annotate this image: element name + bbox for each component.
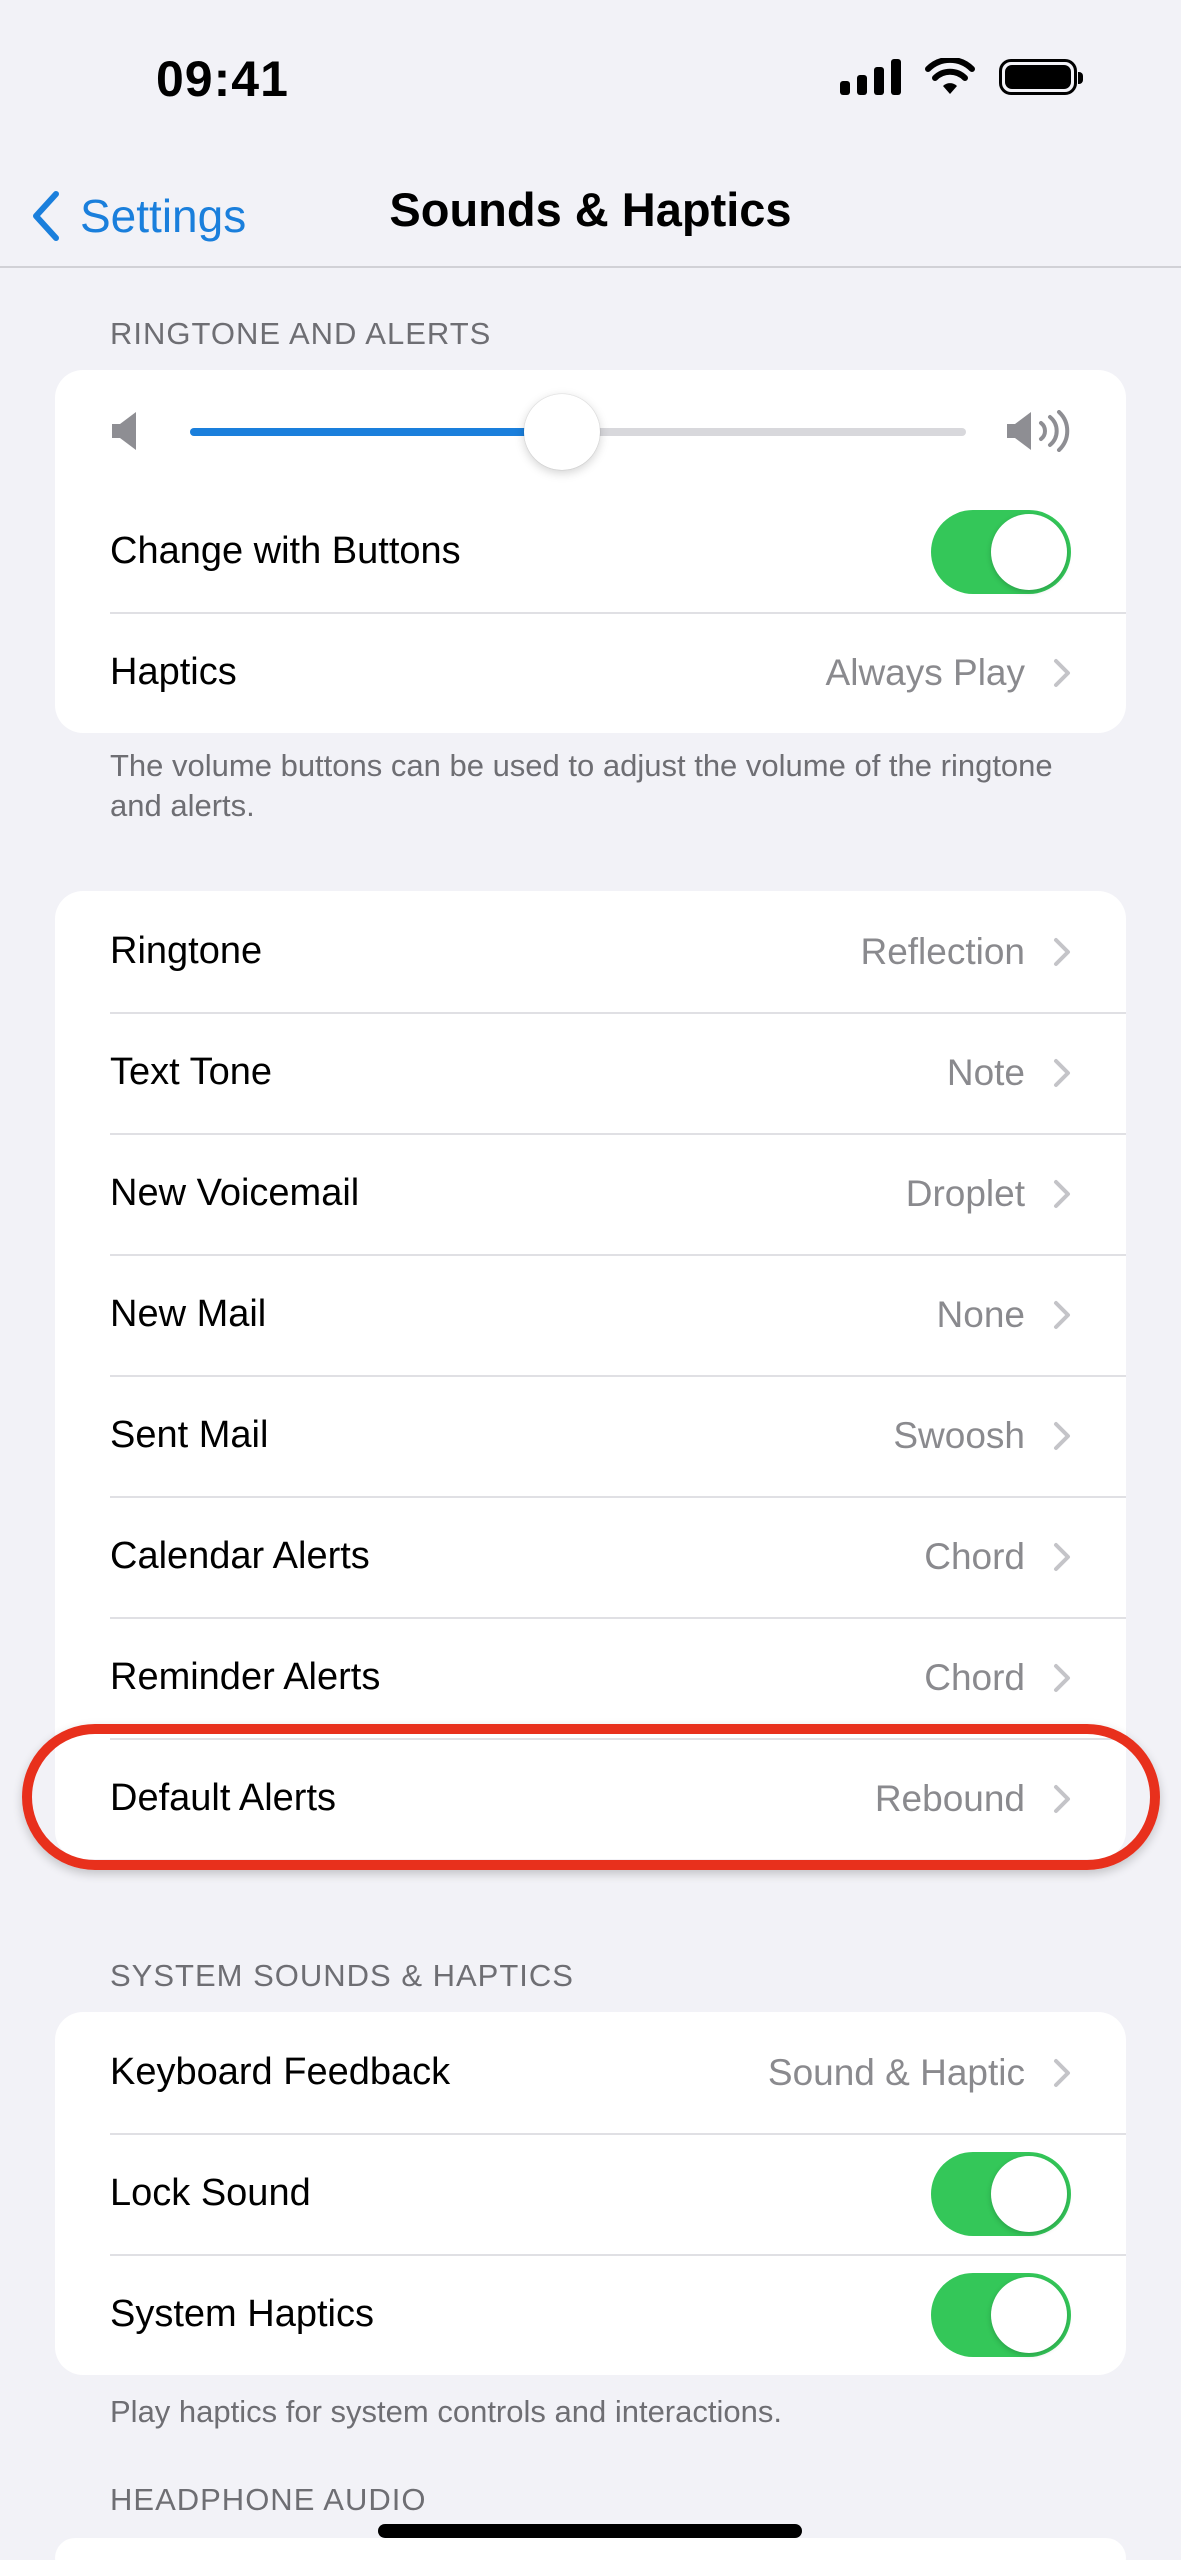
chevron-right-icon: [1054, 1300, 1070, 1329]
change-with-buttons-toggle[interactable]: [931, 509, 1071, 594]
speaker-high-icon: [1007, 410, 1070, 452]
system-haptics-row: System Haptics: [55, 2254, 1126, 2375]
system-haptics-footer-note: Play haptics for system controls and int…: [110, 2394, 782, 2429]
tone-label: Text Tone: [110, 1051, 272, 1093]
lock-sound-toggle[interactable]: [931, 2151, 1071, 2236]
status-time: 09:41: [156, 51, 289, 107]
speaker-low-icon: [112, 412, 136, 450]
tone-label: New Mail: [110, 1293, 267, 1335]
volume-slider-row: [55, 370, 1126, 491]
tone-row-sent-mail[interactable]: Sent Mail Swoosh: [55, 1375, 1126, 1496]
tone-row-new-mail[interactable]: New Mail None: [55, 1254, 1126, 1375]
volume-slider-thumb[interactable]: [524, 394, 600, 470]
volume-slider[interactable]: [190, 394, 966, 470]
chevron-right-icon: [1054, 658, 1070, 687]
battery-icon: [999, 59, 1083, 95]
tone-row-ringtone[interactable]: Ringtone Reflection: [55, 891, 1126, 1012]
haptics-label: Haptics: [110, 651, 237, 693]
ringtone-alerts-group: Change with Buttons Haptics Always Play: [55, 370, 1126, 733]
tone-label: Ringtone: [110, 930, 263, 972]
volume-slider-fill: [190, 428, 562, 436]
chevron-right-icon: [1054, 1058, 1070, 1087]
tone-value: Swoosh: [893, 1414, 1025, 1456]
tone-row-text-tone[interactable]: Text Tone Note: [55, 1012, 1126, 1133]
home-indicator: [378, 2524, 802, 2538]
cellular-signal-icon: [840, 59, 901, 95]
tone-row-default-alerts[interactable]: Default Alerts Rebound: [55, 1738, 1126, 1859]
tone-row-new-voicemail[interactable]: New Voicemail Droplet: [55, 1133, 1126, 1254]
chevron-right-icon: [1054, 1179, 1070, 1208]
keyboard-feedback-row[interactable]: Keyboard Feedback Sound & Haptic: [55, 2012, 1126, 2133]
lock-sound-row: Lock Sound: [55, 2133, 1126, 2254]
navigation-bar: Settings Sounds & Haptics: [0, 160, 1181, 268]
chevron-right-icon: [1054, 1542, 1070, 1571]
headphone-audio-group: [55, 2538, 1126, 2560]
chevron-right-icon: [1054, 1421, 1070, 1450]
haptics-value: Always Play: [825, 651, 1025, 693]
tone-value: None: [936, 1293, 1025, 1335]
change-with-buttons-row: Change with Buttons: [55, 491, 1126, 612]
system-haptics-label: System Haptics: [110, 2293, 374, 2335]
status-icons: [840, 58, 1083, 96]
tone-label: Default Alerts: [110, 1777, 336, 1819]
chevron-right-icon: [1054, 1784, 1070, 1813]
system-haptics-toggle[interactable]: [931, 2272, 1071, 2357]
section-header-headphone-audio: HEADPHONE AUDIO: [110, 2482, 427, 2517]
tone-value: Droplet: [905, 1172, 1025, 1214]
tone-label: New Voicemail: [110, 1172, 360, 1214]
tone-label: Calendar Alerts: [110, 1535, 370, 1577]
lock-sound-label: Lock Sound: [110, 2172, 311, 2214]
tone-value: Note: [946, 1051, 1025, 1093]
tone-value: Rebound: [874, 1777, 1025, 1819]
tones-group: Ringtone Reflection Text Tone Note New V…: [55, 891, 1126, 1859]
tone-row-reminder-alerts[interactable]: Reminder Alerts Chord: [55, 1617, 1126, 1738]
keyboard-feedback-label: Keyboard Feedback: [110, 2051, 451, 2093]
chevron-right-icon: [1054, 937, 1070, 966]
chevron-right-icon: [1054, 1663, 1070, 1692]
tone-label: Reminder Alerts: [110, 1656, 381, 1698]
tone-label: Sent Mail: [110, 1414, 269, 1456]
change-with-buttons-label: Change with Buttons: [110, 530, 461, 572]
tone-value: Reflection: [860, 930, 1025, 972]
keyboard-feedback-value: Sound & Haptic: [767, 2051, 1025, 2093]
chevron-right-icon: [1054, 2058, 1070, 2087]
system-sounds-group: Keyboard Feedback Sound & Haptic Lock So…: [55, 2012, 1126, 2375]
page-title: Sounds & Haptics: [389, 183, 792, 236]
section-header-system-sounds: SYSTEM SOUNDS & HAPTICS: [110, 1958, 574, 1993]
section-header-ringtone-alerts: RINGTONE AND ALERTS: [110, 316, 492, 351]
tone-value: Chord: [924, 1535, 1025, 1577]
status-bar: 09:41: [0, 0, 1181, 160]
ringtone-footer-note: The volume buttons can be used to adjust…: [110, 748, 1053, 823]
tone-row-calendar-alerts[interactable]: Calendar Alerts Chord: [55, 1496, 1126, 1617]
wifi-icon: [925, 58, 975, 94]
haptics-row[interactable]: Haptics Always Play: [55, 612, 1126, 733]
tone-value: Chord: [924, 1656, 1025, 1698]
